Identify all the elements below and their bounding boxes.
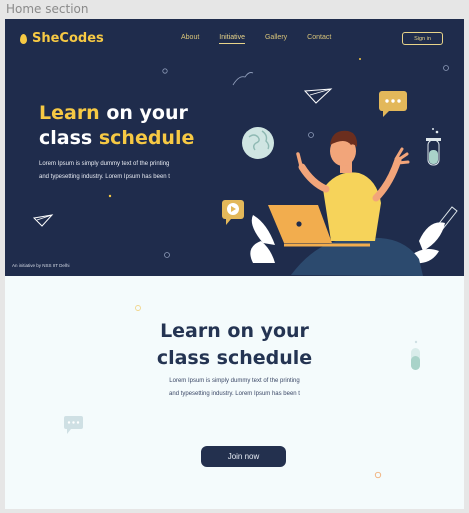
- student-illustration: [268, 130, 423, 276]
- schedule-section: Learn on your class schedule Lorem Ipsum…: [5, 276, 464, 509]
- chat-bubble-icon: [64, 416, 83, 434]
- dot-icon: [443, 65, 449, 71]
- paper-plane-icon: [303, 88, 333, 104]
- section-title-line-2: class schedule: [156, 347, 313, 369]
- dot-icon: [164, 252, 170, 258]
- scribble-icon: [232, 72, 254, 86]
- dot-icon: [162, 68, 168, 74]
- dot-icon: [135, 305, 141, 311]
- hero-illustration: [32, 58, 458, 276]
- frame-label: Home section: [6, 2, 89, 16]
- section-title: Learn on your class schedule: [5, 318, 464, 372]
- dot-icon: [108, 194, 112, 198]
- section-desc-line-1: Lorem Ipsum is simply dummy text of the …: [169, 378, 300, 384]
- join-now-button[interactable]: Join now: [201, 446, 286, 467]
- test-tube-icon: [426, 128, 441, 166]
- section-description: Lorem Ipsum is simply dummy text of the …: [5, 375, 464, 401]
- hero-section: SheCodes About Initiative Gallery Contac…: [5, 19, 464, 276]
- dot-icon: [308, 132, 314, 138]
- dot-icon: [359, 58, 361, 60]
- chat-bubble-icon: [379, 91, 407, 117]
- section-title-line-1: Learn on your: [160, 320, 309, 342]
- dot-icon: [374, 471, 382, 479]
- section-desc-line-2: and typesetting industry. Lorem Ipsum ha…: [169, 391, 300, 397]
- globe-icon: [242, 127, 274, 159]
- paper-plane-icon: [32, 214, 54, 227]
- play-button-icon: [222, 200, 244, 225]
